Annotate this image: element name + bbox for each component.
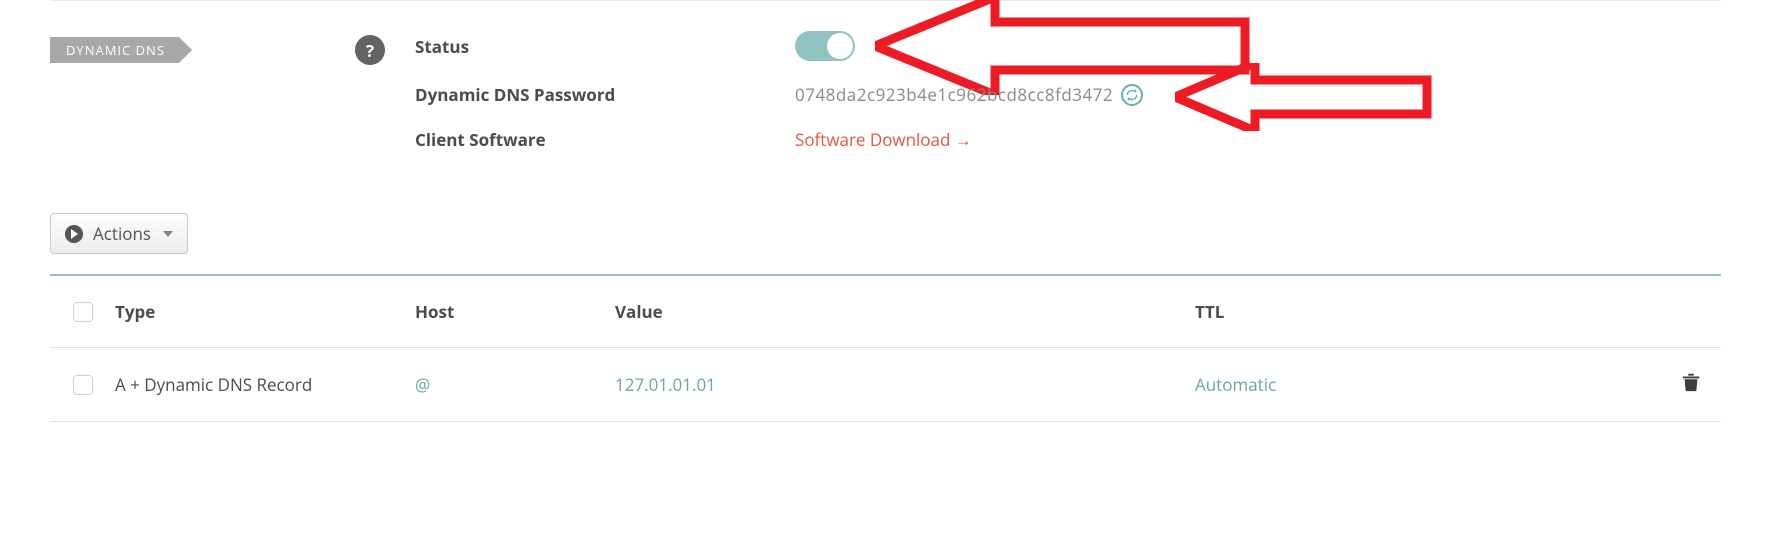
- software-download-link[interactable]: Software Download →: [795, 128, 972, 151]
- section-tag: DYNAMIC DNS: [50, 37, 179, 63]
- trash-icon: [1680, 370, 1702, 399]
- dynamic-dns-section: DYNAMIC DNS ? Status Dynamic DNS Passwor…: [50, 31, 1721, 173]
- delete-row-button[interactable]: [1661, 370, 1721, 399]
- settings-rows: Status Dynamic DNS Password 0748da2c923b…: [415, 31, 1721, 173]
- status-toggle[interactable]: [795, 31, 855, 61]
- chevron-down-icon: [163, 231, 173, 237]
- header-checkbox-col: [50, 302, 115, 322]
- actions-bar: Actions: [50, 213, 1721, 254]
- row-checkbox-col: [50, 375, 115, 395]
- row-checkbox[interactable]: [73, 375, 93, 395]
- client-software-label: Client Software: [415, 128, 795, 151]
- table-header: Type Host Value TTL: [50, 274, 1721, 347]
- header-value: Value: [615, 300, 1195, 323]
- page-container: DYNAMIC DNS ? Status Dynamic DNS Passwor…: [0, 0, 1771, 422]
- header-ttl: TTL: [1195, 300, 1661, 323]
- header-type: Type: [115, 300, 415, 323]
- annotation-arrow-1: [875, 0, 1255, 95]
- password-row: Dynamic DNS Password 0748da2c923b4e1c962…: [415, 83, 1721, 106]
- password-value-col: 0748da2c923b4e1c962bcd8cc8fd3472: [795, 83, 1721, 106]
- password-label: Dynamic DNS Password: [415, 83, 795, 106]
- client-software-row: Client Software Software Download →: [415, 128, 1721, 151]
- records-table: Type Host Value TTL A + Dynamic DNS Reco…: [50, 274, 1721, 422]
- password-value: 0748da2c923b4e1c962bcd8cc8fd3472: [795, 83, 1113, 106]
- annotation-arrow-2: [1175, 63, 1435, 131]
- status-label: Status: [415, 35, 795, 58]
- status-row: Status: [415, 31, 1721, 61]
- header-host: Host: [415, 300, 615, 323]
- top-divider: [50, 0, 1721, 1]
- client-software-value-col: Software Download →: [795, 128, 1721, 151]
- help-column: ?: [355, 31, 415, 65]
- status-value-col: [795, 31, 1721, 61]
- row-ttl[interactable]: Automatic: [1195, 373, 1661, 396]
- row-host[interactable]: @: [415, 373, 615, 396]
- help-icon[interactable]: ?: [355, 35, 385, 65]
- refresh-icon[interactable]: [1121, 84, 1143, 106]
- play-icon: [65, 225, 83, 243]
- actions-button-label: Actions: [93, 222, 151, 245]
- actions-button[interactable]: Actions: [50, 213, 188, 254]
- tag-column: DYNAMIC DNS: [50, 31, 355, 63]
- table-row: A + Dynamic DNS Record @ 127.01.01.01 Au…: [50, 347, 1721, 422]
- select-all-checkbox[interactable]: [73, 302, 93, 322]
- row-value[interactable]: 127.01.01.01: [615, 373, 1195, 396]
- row-type: A + Dynamic DNS Record: [115, 373, 415, 396]
